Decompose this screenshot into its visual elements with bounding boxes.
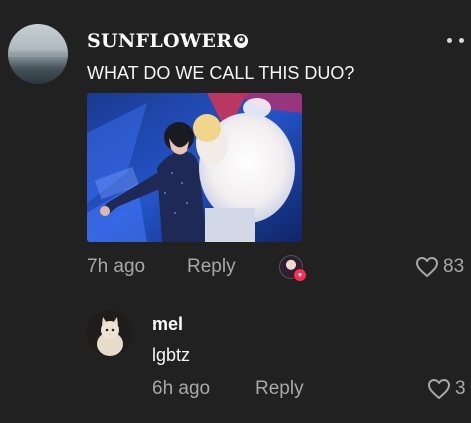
creator-liked-badge: ♥ bbox=[279, 255, 307, 282]
more-options-icon[interactable] bbox=[447, 38, 471, 46]
avatar-horizon bbox=[8, 55, 68, 58]
commenter-avatar[interactable] bbox=[87, 310, 133, 356]
username-text: SUNFLOWER bbox=[87, 30, 233, 52]
like-button[interactable]: 3 bbox=[427, 378, 466, 400]
heart-outline-icon bbox=[428, 379, 450, 399]
like-count: 83 bbox=[443, 256, 465, 277]
like-count: 3 bbox=[455, 378, 466, 399]
comment-text: lgbtz bbox=[152, 345, 191, 365]
comment-photo bbox=[87, 93, 302, 242]
commenter-avatar[interactable] bbox=[8, 24, 68, 84]
comment-text: WHAT DO WE CALL THIS DUO? bbox=[87, 63, 355, 83]
star-circle-icon: ✪ bbox=[234, 34, 249, 48]
comment-image[interactable] bbox=[87, 93, 302, 242]
comment-time: 7h ago bbox=[87, 256, 146, 277]
reply-button[interactable]: Reply bbox=[187, 256, 236, 278]
reply-button[interactable]: Reply bbox=[255, 378, 304, 400]
heart-filled-icon: ♥ bbox=[293, 268, 307, 282]
comment-time: 6h ago bbox=[152, 378, 211, 399]
like-button[interactable]: 83 bbox=[415, 256, 464, 278]
cat-avatar-image bbox=[87, 310, 133, 356]
commenter-username[interactable]: mel bbox=[152, 314, 183, 335]
commenter-username[interactable]: SUNFLOWER ✪ bbox=[87, 30, 249, 52]
heart-outline-icon bbox=[416, 257, 438, 277]
